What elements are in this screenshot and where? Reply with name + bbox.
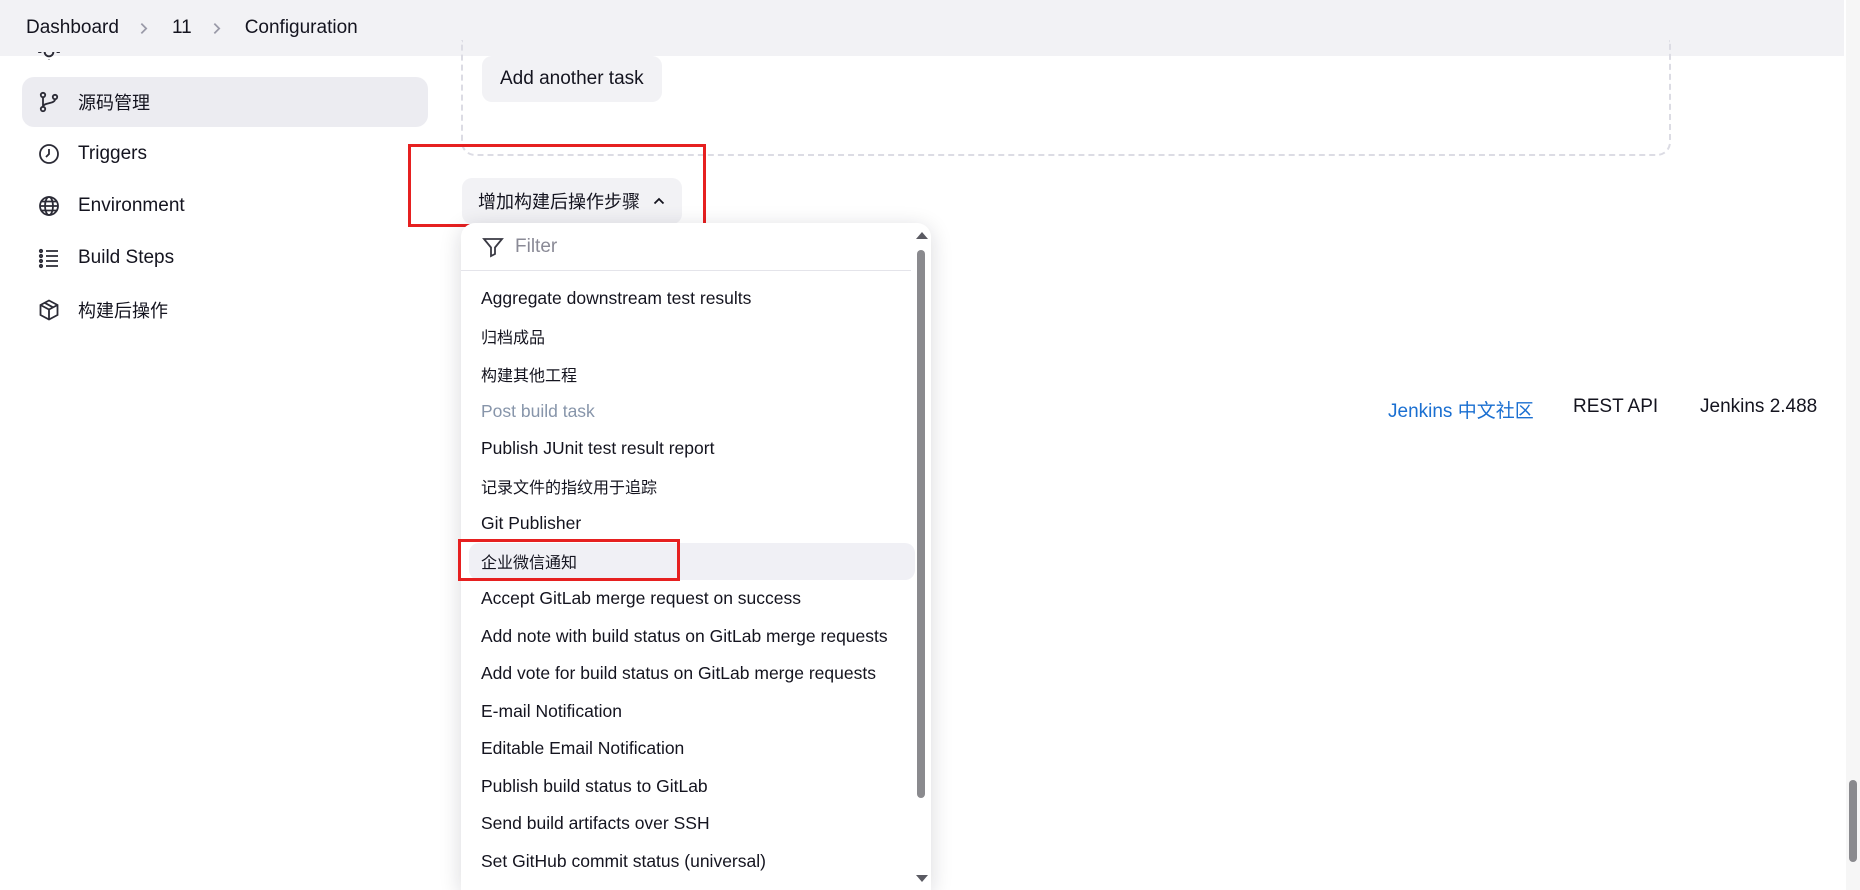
dropdown-item[interactable]: E-mail Notification: [469, 693, 915, 731]
sidebar-item-environment[interactable]: Environment: [22, 181, 428, 231]
post-build-dropdown: Aggregate downstream test results归档成品构建其…: [461, 223, 931, 890]
filter-row: [461, 223, 911, 271]
dropdown-item[interactable]: Aggregate downstream test results: [469, 280, 915, 318]
dropdown-item[interactable]: Accept GitLab merge request on success: [469, 580, 915, 618]
scrollbar-thumb[interactable]: [917, 250, 925, 798]
scroll-down-icon[interactable]: [916, 875, 928, 882]
git-branch-icon: [36, 89, 62, 115]
breadcrumb-configuration[interactable]: Configuration: [245, 17, 358, 39]
dropdown-item[interactable]: Add vote for build status on GitLab merg…: [469, 655, 915, 693]
dropdown-menu: Aggregate downstream test results 归档成品 构建其…: [469, 280, 915, 880]
scrollbar-thumb[interactable]: [1849, 780, 1857, 862]
chevron-right-icon: [137, 22, 150, 35]
sidebar-item-label: 源码管理: [78, 93, 150, 114]
dropdown-item[interactable]: 企业微信通知: [469, 542, 915, 580]
community-link[interactable]: Jenkins 中文社区: [1388, 396, 1534, 423]
add-another-task-button[interactable]: Add another task: [482, 56, 662, 102]
sidebar-item-label: Build Steps: [78, 247, 175, 268]
breadcrumb-job[interactable]: 11: [172, 17, 192, 39]
chevron-up-icon: [652, 194, 666, 208]
version-label[interactable]: Jenkins 2.488: [1700, 396, 1817, 418]
dropdown-item[interactable]: Post build task: [469, 393, 915, 431]
dropdown-item[interactable]: Add note with build status on GitLab mer…: [469, 618, 915, 656]
dropdown-scrollbar[interactable]: [914, 232, 928, 882]
rest-api-link[interactable]: REST API: [1573, 396, 1658, 418]
globe-icon: [36, 193, 62, 219]
cube-icon: [36, 297, 62, 323]
add-post-build-step-label: 增加构建后操作步骤: [478, 192, 640, 213]
list-icon: [36, 245, 62, 271]
gear-icon: [36, 52, 62, 60]
dropdown-item[interactable]: Publish build status to GitLab: [469, 768, 915, 806]
filter-input[interactable]: [515, 235, 875, 258]
dropdown-item[interactable]: Set GitHub commit status (universal): [469, 843, 915, 881]
dropdown-item[interactable]: 归档成品: [469, 318, 915, 356]
filter-icon: [482, 237, 504, 257]
dropdown-item[interactable]: Git Publisher: [469, 505, 915, 543]
sidebar-item-scm[interactable]: 源码管理: [22, 77, 428, 127]
page-scrollbar[interactable]: [1846, 0, 1860, 890]
sidebar-item-triggers[interactable]: Triggers: [22, 129, 428, 179]
clock-icon: [36, 141, 62, 167]
dropdown-item[interactable]: 构建其他工程: [469, 355, 915, 393]
sidebar-item-label: 构建后操作: [78, 301, 168, 322]
chevron-right-icon: [210, 22, 223, 35]
scroll-up-icon[interactable]: [916, 232, 928, 239]
add-post-build-step-button[interactable]: 增加构建后操作步骤: [462, 178, 682, 224]
sidebar-item-build-steps[interactable]: Build Steps: [22, 233, 428, 283]
sidebar-item-label: Triggers: [78, 143, 147, 164]
dropdown-item[interactable]: Send build artifacts over SSH: [469, 805, 915, 843]
sidebar-item-post-build[interactable]: 构建后操作: [22, 285, 428, 335]
dropdown-item[interactable]: Editable Email Notification: [469, 730, 915, 768]
breadcrumb-dashboard[interactable]: Dashboard: [26, 17, 119, 39]
dropdown-item[interactable]: 记录文件的指纹用于追踪: [469, 468, 915, 506]
dropdown-item[interactable]: Publish JUnit test result report: [469, 430, 915, 468]
sidebar-item-label: Environment: [78, 195, 185, 216]
